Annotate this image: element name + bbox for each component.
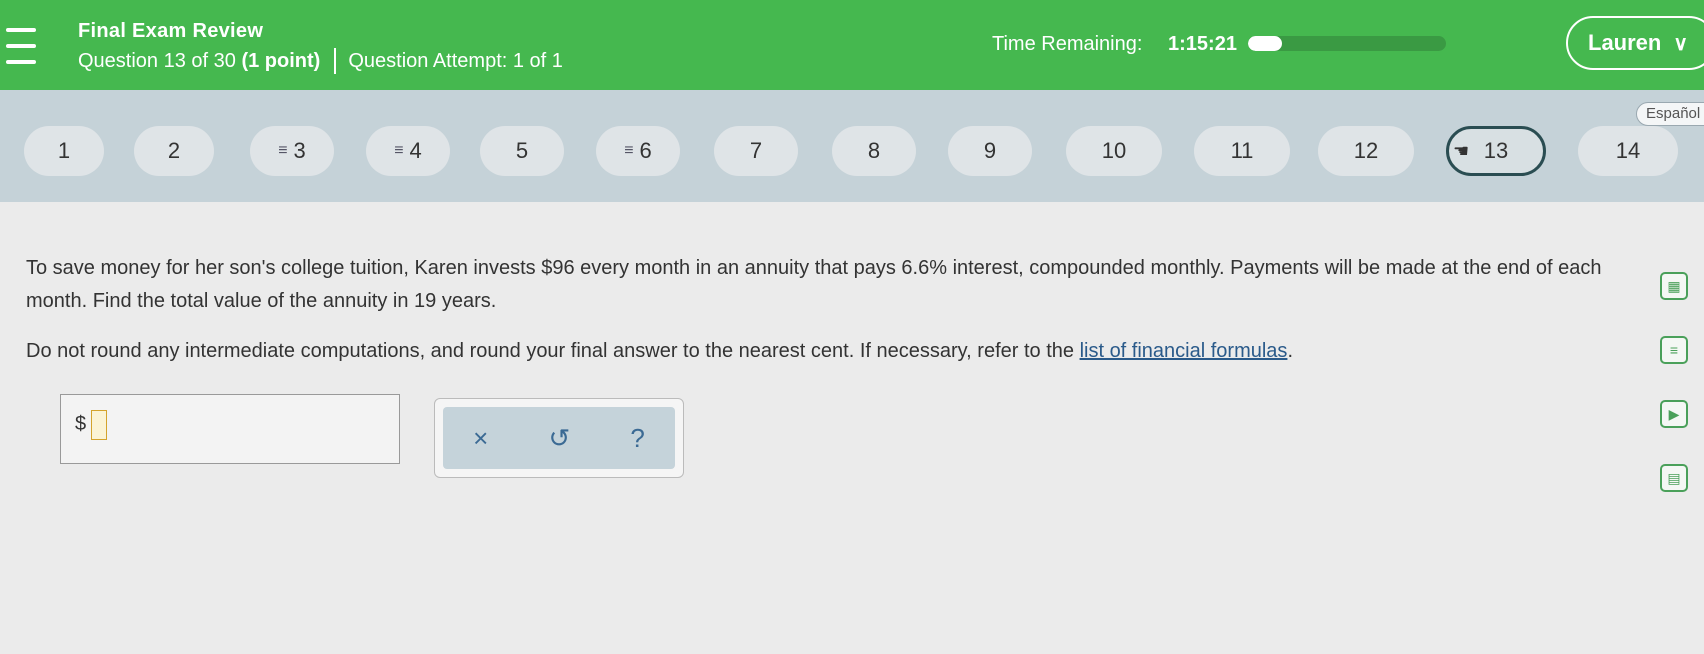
answer-box: $ (60, 394, 400, 464)
question-nav-button[interactable]: 12 (1318, 126, 1414, 176)
calculator-icon[interactable]: ▦ (1660, 272, 1688, 300)
menu-icon[interactable] (6, 28, 38, 64)
question-nav-label: 1 (57, 138, 71, 163)
clear-button[interactable]: × (473, 423, 488, 454)
financial-formulas-link[interactable]: list of financial formulas (1080, 340, 1288, 362)
question-nav-button[interactable]: ≡ 4 (366, 126, 450, 176)
question-nav-button[interactable]: ☚ 13 (1446, 126, 1546, 176)
question-nav-button[interactable]: 2 (134, 126, 214, 176)
timer-label: Time Remaining: (992, 33, 1143, 55)
hand-cursor-icon: ☚ (1453, 141, 1470, 161)
question-number: Question 13 of 30 (78, 49, 236, 72)
notes-icon[interactable]: ≡ (1660, 336, 1688, 364)
question-nav-label: 12 (1353, 138, 1379, 163)
answer-input[interactable] (91, 410, 107, 440)
question-navigation: Español 1 2 ≡ 3 ≡ 4 5 ≡ 6 7 8 9 10 11 12 ☚ 13 14 (0, 90, 1704, 202)
question-nav-label: 8 (867, 138, 881, 163)
question-nav-button[interactable]: 14 (1578, 126, 1678, 176)
assignment-title: Final Exam Review (78, 20, 264, 42)
chevron-down-icon: ∨ (1673, 32, 1688, 55)
answer-tools: × ↺ ? (434, 398, 684, 478)
question-nav-button[interactable]: 7 (714, 126, 798, 176)
question-nav-label: 2 (167, 138, 181, 163)
timer-progress-bar (1248, 36, 1446, 51)
timer-progress-fill (1248, 36, 1282, 51)
question-nav-button[interactable]: 9 (948, 126, 1032, 176)
question-nav-label: 13 (1483, 138, 1509, 163)
question-instructions: Do not round any intermediate computatio… (26, 340, 1293, 363)
question-nav-label: 3 (293, 138, 306, 163)
attempt-info: Question Attempt: 1 of 1 (348, 49, 563, 72)
question-nav-label: 14 (1615, 138, 1641, 163)
user-name: Lauren (1588, 30, 1662, 55)
video-icon[interactable]: ▶ (1660, 400, 1688, 428)
question-nav-button[interactable]: 1 (24, 126, 104, 176)
flag-icon: ≡ (394, 142, 404, 159)
undo-button[interactable]: ↺ (548, 423, 570, 454)
top-header: Final Exam Review Question 13 of 30 (1 p… (0, 0, 1704, 90)
answer-tools-bar: × ↺ ? (443, 407, 675, 469)
instructions-text: Do not round any intermediate computatio… (26, 340, 1080, 362)
question-nav-label: 10 (1101, 138, 1127, 163)
question-nav-button[interactable]: 11 (1194, 126, 1290, 176)
question-content: To save money for her son's college tuit… (0, 202, 1704, 654)
language-toggle[interactable]: Español (1636, 102, 1704, 126)
point-value: (1 point) (241, 49, 321, 72)
user-menu-button[interactable]: Lauren ∨ (1566, 16, 1704, 70)
question-nav-button[interactable]: ≡ 6 (596, 126, 680, 176)
question-nav-label: 4 (409, 138, 422, 163)
question-nav-label: 11 (1230, 138, 1254, 163)
dollar-sign: $ (75, 413, 87, 435)
question-nav-button[interactable]: 5 (480, 126, 564, 176)
question-nav-label: 9 (983, 138, 997, 163)
instructions-end: . (1287, 340, 1293, 362)
question-nav-label: 6 (639, 138, 652, 163)
help-button[interactable]: ? (630, 423, 644, 454)
timer-value: 1:15:21 (1168, 33, 1237, 55)
question-nav-label: 7 (749, 138, 763, 163)
flag-icon: ≡ (278, 142, 288, 159)
textbook-icon[interactable]: ▤ (1660, 464, 1688, 492)
question-nav-button[interactable]: 10 (1066, 126, 1162, 176)
divider (334, 48, 337, 74)
question-prompt: To save money for her son's college tuit… (26, 257, 1602, 312)
question-status: Question 13 of 30 (1 point) Question Att… (78, 48, 563, 74)
question-nav-button[interactable]: ≡ 3 (250, 126, 334, 176)
flag-icon: ≡ (624, 142, 634, 159)
question-nav-button[interactable]: 8 (832, 126, 916, 176)
question-nav-label: 5 (515, 138, 529, 163)
